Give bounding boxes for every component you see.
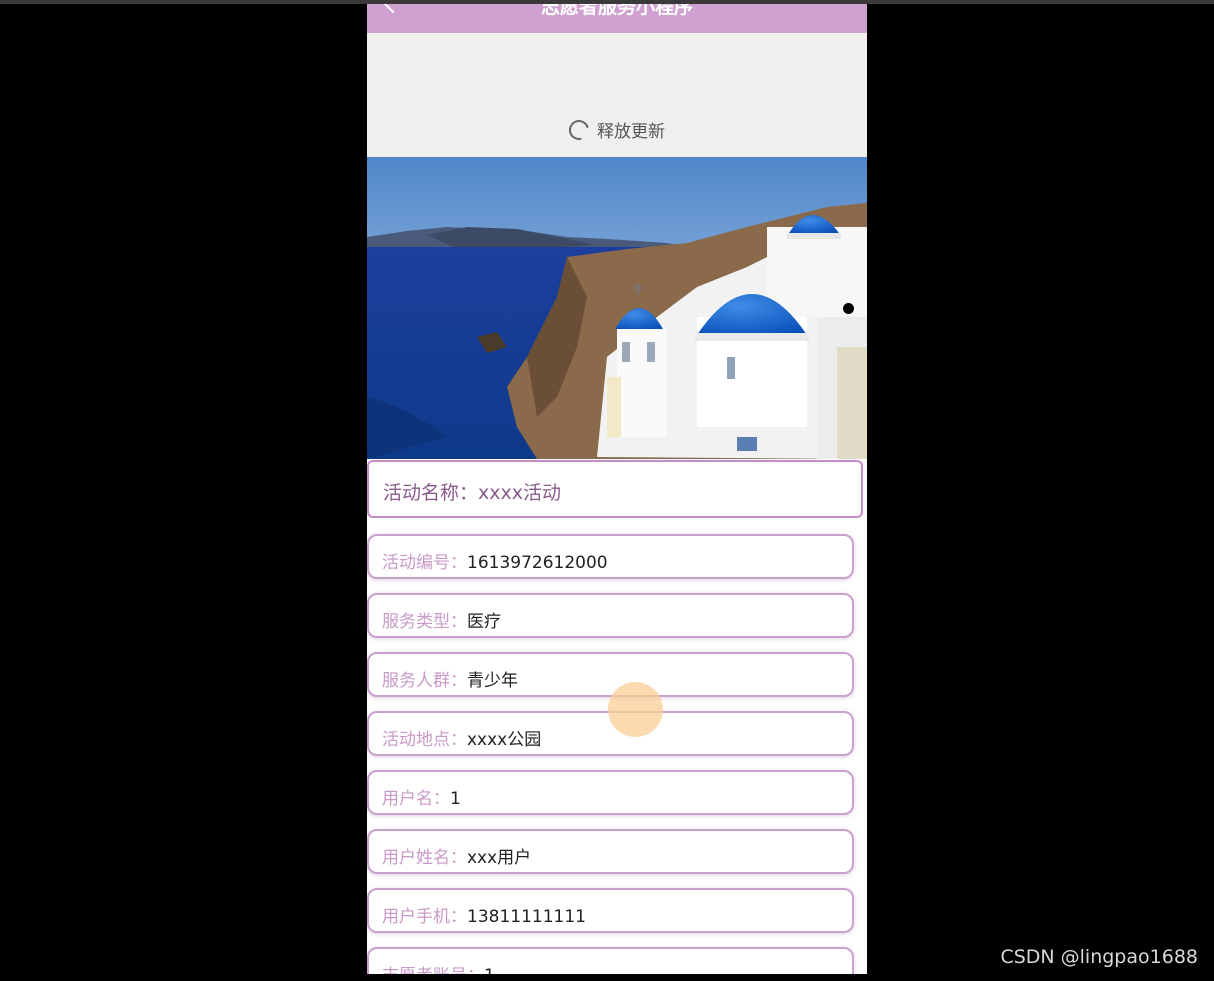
activity-title-card: 活动名称：xxxx活动 <box>367 460 863 518</box>
refresh-text: 释放更新 <box>597 122 665 142</box>
touch-indicator <box>608 682 663 737</box>
field-username: 用户名：1 <box>367 770 854 815</box>
field-label-text: 活动地点： <box>382 730 467 750</box>
field-label-text: 活动编号： <box>382 553 467 573</box>
field-label: 用户名：1 <box>382 784 461 809</box>
screen: 志愿者服务小程序 释放更新 活动名称：xxxx活动 活动编号：161397261… <box>0 0 1214 981</box>
field-label: 服务人群：青少年 <box>382 666 518 691</box>
field-value: 医疗 <box>467 612 501 632</box>
activity-title-value: xxxx活动 <box>478 482 561 504</box>
field-label: 志愿者账号：1 <box>382 961 495 974</box>
spinner-icon <box>565 116 593 144</box>
field-label-text: 用户手机： <box>382 907 467 927</box>
field-label: 服务类型：医疗 <box>382 607 501 632</box>
field-user-phone: 用户手机：13811111111 <box>367 888 854 933</box>
page-title: 志愿者服务小程序 <box>540 4 693 18</box>
phone-viewport[interactable]: 志愿者服务小程序 释放更新 活动名称：xxxx活动 活动编号：161397261… <box>367 4 867 974</box>
field-user-realname: 用户姓名：xxx用户 <box>367 829 854 874</box>
nav-bar: 志愿者服务小程序 <box>367 4 867 33</box>
field-value: 青少年 <box>467 671 518 691</box>
field-service-group: 服务人群：青少年 <box>367 652 854 697</box>
field-label-text: 用户姓名： <box>382 848 467 868</box>
field-label: 用户手机：13811111111 <box>382 902 586 927</box>
field-label: 活动地点：xxxx公园 <box>382 725 541 750</box>
field-service-type: 服务类型：医疗 <box>367 593 854 638</box>
field-volunteer-account: 志愿者账号：1 <box>367 947 854 974</box>
field-label-text: 服务类型： <box>382 612 467 632</box>
field-activity-id: 活动编号：1613972612000 <box>367 534 854 579</box>
field-label: 用户姓名：xxx用户 <box>382 843 531 868</box>
swiper-indicator-dot[interactable] <box>843 303 854 314</box>
field-label-text: 志愿者账号： <box>382 966 484 974</box>
activity-title-label: 活动名称： <box>383 482 479 504</box>
field-value: xxx用户 <box>467 848 532 868</box>
field-label: 活动编号：1613972612000 <box>382 548 608 573</box>
field-value: xxxx公园 <box>467 730 542 750</box>
watermark: CSDN @lingpao1688 <box>1000 946 1198 968</box>
field-value: 1613972612000 <box>467 553 608 573</box>
banner-image[interactable] <box>367 157 867 459</box>
pull-refresh-area: 释放更新 <box>367 33 867 157</box>
field-value: 13811111111 <box>467 907 586 927</box>
refresh-indicator: 释放更新 <box>367 116 867 144</box>
banner-illustration <box>367 157 867 459</box>
field-label-text: 服务人群： <box>382 671 467 691</box>
field-value: 1 <box>450 789 461 809</box>
activity-title: 活动名称：xxxx活动 <box>383 478 561 505</box>
field-value: 1 <box>484 966 495 974</box>
field-label-text: 用户名： <box>382 789 450 809</box>
